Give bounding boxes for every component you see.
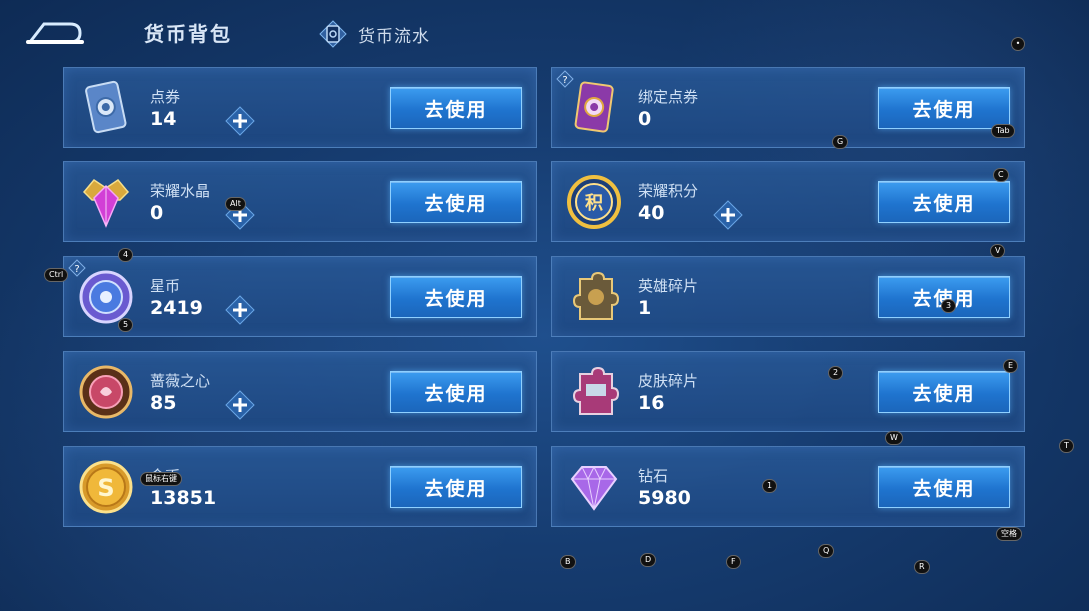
currency-card-rose-heart: 蔷薇之心 85 去使用	[63, 351, 537, 432]
key-hint-5: 5	[118, 318, 134, 332]
currency-card-bound-coupon: ? 绑定点券 0 去使用	[551, 67, 1025, 148]
diamond-icon	[570, 465, 618, 511]
gold-coin-icon: S	[79, 460, 133, 514]
currency-card-coupon: 点券 14 去使用	[63, 67, 537, 148]
rose-heart-icon	[79, 365, 133, 419]
key-hint-r: R	[914, 560, 930, 574]
currency-card-hero-fragment: 英雄碎片 1 去使用	[551, 256, 1025, 337]
svg-text:S: S	[97, 474, 114, 502]
currency-name: 点券	[150, 88, 181, 106]
currency-name: 皮肤碎片	[638, 372, 699, 390]
currency-name: 绑定点券	[638, 88, 699, 106]
currency-flow-icon	[319, 20, 347, 48]
key-hint-space: 空格	[996, 527, 1022, 541]
currency-card-star-coin: ? 星币 2419 去使用	[63, 256, 537, 337]
currency-name: 英雄碎片	[638, 277, 699, 295]
currency-name: 星币	[150, 277, 181, 295]
add-glory-points-button[interactable]	[713, 200, 743, 230]
add-coupon-button[interactable]	[225, 106, 255, 136]
currency-amount: 1	[638, 297, 652, 319]
key-hint-alt: Alt	[225, 197, 246, 211]
key-hint-w: W	[885, 431, 903, 445]
key-hint-right-click: 鼠标右键	[140, 472, 182, 486]
currency-card-glory-crystal: 荣耀水晶 0 去使用	[63, 161, 537, 242]
use-glory-crystal-button[interactable]: 去使用	[390, 181, 522, 223]
key-hint-b: B	[560, 555, 576, 569]
coupon-icon	[85, 80, 127, 134]
currency-amount: 0	[638, 108, 652, 130]
hero-fragment-icon	[572, 271, 620, 320]
add-rose-heart-button[interactable]	[225, 390, 255, 420]
currency-flow-link[interactable]: 货币流水	[318, 20, 430, 48]
glory-crystal-icon	[82, 179, 130, 228]
back-arrow-icon	[26, 22, 84, 44]
key-hint-3: 3	[941, 299, 957, 313]
header: 货币背包 货币流水	[0, 0, 1089, 64]
use-bound-coupon-button[interactable]: 去使用	[878, 87, 1010, 129]
page-title: 货币背包	[144, 22, 232, 46]
currency-amount: 5980	[638, 487, 691, 509]
currency-amount: 0	[150, 202, 164, 224]
use-coupon-button[interactable]: 去使用	[390, 87, 522, 129]
use-star-coin-button[interactable]: 去使用	[390, 276, 522, 318]
currency-name: 荣耀积分	[638, 182, 699, 200]
back-button[interactable]	[24, 16, 86, 50]
svg-text:积: 积	[585, 193, 603, 214]
currency-amount: 40	[638, 202, 665, 224]
currency-name: 蔷薇之心	[150, 372, 211, 390]
currency-amount: 14	[150, 108, 177, 130]
currency-card-glory-points: 积 荣耀积分 40 去使用	[551, 161, 1025, 242]
key-hint-f: F	[726, 555, 741, 569]
use-gold-coin-button[interactable]: 去使用	[390, 466, 522, 508]
key-hint-e: E	[1003, 359, 1019, 373]
currency-flow-label: 货币流水	[358, 26, 430, 47]
currency-name: 钻石	[638, 467, 669, 485]
currency-amount: 16	[638, 392, 665, 414]
key-hint-1: 1	[762, 479, 778, 493]
key-hint-ctrl: Ctrl	[44, 268, 69, 282]
key-hint-t: T	[1059, 439, 1074, 453]
currency-name: 荣耀水晶	[150, 182, 211, 200]
key-hint-tab: Tab	[991, 124, 1015, 138]
use-glory-points-button[interactable]: 去使用	[878, 181, 1010, 223]
currency-amount: 85	[150, 392, 177, 414]
key-hint-d: D	[640, 553, 657, 567]
key-hint-g: G	[832, 135, 849, 149]
currency-amount: 13851	[150, 487, 217, 509]
currency-card-diamond: 钻石 5980 去使用	[551, 446, 1025, 527]
key-hint-2: 2	[828, 366, 844, 380]
add-star-coin-button[interactable]	[225, 295, 255, 325]
glory-points-icon: 积	[567, 175, 621, 229]
currency-card-gold-coin: S 金币 13851 去使用	[63, 446, 537, 527]
currency-amount: 2419	[150, 297, 203, 319]
use-skin-fragment-button[interactable]: 去使用	[878, 371, 1010, 413]
bound-coupon-icon	[574, 81, 614, 133]
use-rose-heart-button[interactable]: 去使用	[390, 371, 522, 413]
currency-card-skin-fragment: 皮肤碎片 16 去使用	[551, 351, 1025, 432]
key-hint-dot: •	[1011, 37, 1025, 51]
skin-fragment-icon	[572, 366, 620, 415]
key-hint-q: Q	[818, 544, 835, 558]
key-hint-4: 4	[118, 248, 134, 262]
use-diamond-button[interactable]: 去使用	[878, 466, 1010, 508]
key-hint-c: C	[993, 168, 1009, 182]
